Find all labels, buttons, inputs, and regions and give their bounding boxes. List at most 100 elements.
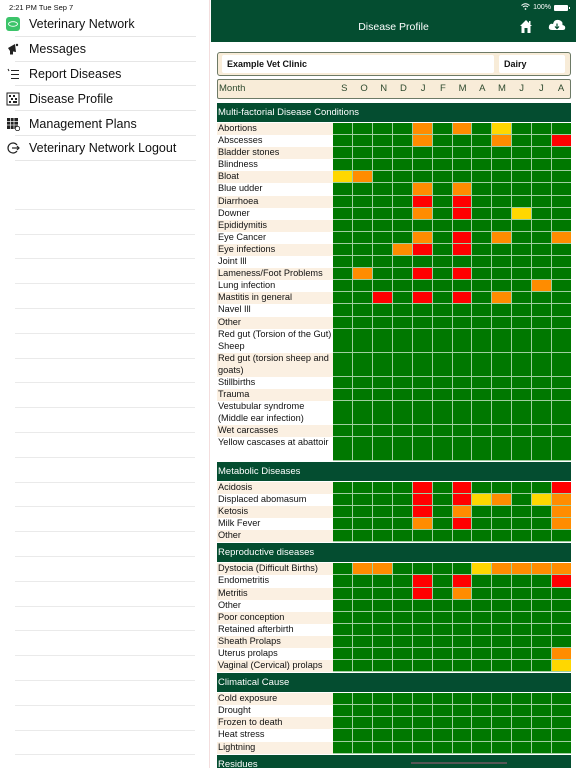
risk-cell[interactable] (392, 268, 412, 280)
risk-cell[interactable] (512, 328, 532, 352)
risk-cell[interactable] (512, 611, 532, 623)
risk-cell[interactable] (512, 256, 532, 268)
risk-cell[interactable] (352, 623, 372, 635)
sidebar-item-disease-profile[interactable]: Disease Profile (0, 86, 210, 111)
risk-cell[interactable] (392, 400, 412, 424)
risk-cell[interactable] (512, 660, 532, 672)
risk-cell[interactable] (392, 256, 412, 268)
risk-cell[interactable] (392, 623, 412, 635)
risk-cell[interactable] (352, 729, 372, 741)
risk-cell[interactable] (372, 729, 392, 741)
risk-cell[interactable] (412, 693, 432, 705)
risk-cell[interactable] (372, 207, 392, 219)
risk-cell[interactable] (492, 316, 512, 328)
risk-cell[interactable] (372, 400, 392, 424)
risk-cell[interactable] (392, 705, 412, 717)
risk-cell[interactable] (333, 135, 352, 147)
risk-cell[interactable] (333, 231, 352, 243)
risk-cell[interactable] (512, 171, 532, 183)
risk-cell[interactable] (432, 518, 452, 530)
risk-cell[interactable] (552, 705, 572, 717)
risk-cell[interactable] (352, 243, 372, 256)
risk-cell[interactable] (372, 693, 392, 705)
risk-cell[interactable] (392, 292, 412, 304)
risk-cell[interactable] (532, 424, 552, 436)
risk-cell[interactable] (532, 717, 552, 729)
risk-cell[interactable] (352, 599, 372, 611)
risk-cell[interactable] (452, 219, 472, 231)
risk-cell[interactable] (512, 648, 532, 660)
risk-cell[interactable] (552, 376, 572, 388)
risk-cell[interactable] (452, 563, 472, 575)
risk-cell[interactable] (552, 171, 572, 183)
risk-cell[interactable] (372, 717, 392, 729)
risk-cell[interactable] (412, 506, 432, 518)
risk-cell[interactable] (432, 481, 452, 493)
risk-cell[interactable] (352, 660, 372, 672)
risk-cell[interactable] (412, 400, 432, 424)
risk-cell[interactable] (392, 388, 412, 400)
risk-cell[interactable] (472, 518, 492, 530)
risk-cell[interactable] (432, 388, 452, 400)
risk-cell[interactable] (512, 123, 532, 135)
risk-cell[interactable] (352, 219, 372, 231)
risk-cell[interactable] (412, 292, 432, 304)
risk-cell[interactable] (552, 599, 572, 611)
risk-cell[interactable] (333, 376, 352, 388)
risk-cell[interactable] (392, 171, 412, 183)
risk-cell[interactable] (552, 304, 572, 316)
risk-cell[interactable] (452, 493, 472, 506)
risk-cell[interactable] (352, 376, 372, 388)
risk-cell[interactable] (492, 376, 512, 388)
risk-cell[interactable] (512, 243, 532, 256)
sidebar-item-management-plans[interactable]: Management Plans (0, 111, 210, 136)
risk-cell[interactable] (372, 741, 392, 753)
risk-cell[interactable] (392, 563, 412, 575)
risk-cell[interactable] (472, 575, 492, 587)
risk-cell[interactable] (512, 635, 532, 647)
risk-cell[interactable] (372, 304, 392, 316)
risk-cell[interactable] (492, 147, 512, 159)
risk-cell[interactable] (372, 159, 392, 171)
risk-cell[interactable] (552, 243, 572, 256)
risk-cell[interactable] (352, 481, 372, 493)
risk-cell[interactable] (412, 563, 432, 575)
risk-cell[interactable] (333, 660, 352, 672)
risk-cell[interactable] (552, 147, 572, 159)
risk-cell[interactable] (372, 328, 392, 352)
risk-cell[interactable] (432, 587, 452, 599)
risk-cell[interactable] (552, 741, 572, 753)
risk-cell[interactable] (372, 376, 392, 388)
download-button[interactable] (548, 18, 566, 32)
risk-cell[interactable] (333, 123, 352, 135)
risk-cell[interactable] (352, 268, 372, 280)
risk-cell[interactable] (552, 717, 572, 729)
risk-cell[interactable] (532, 611, 552, 623)
risk-cell[interactable] (532, 388, 552, 400)
risk-cell[interactable] (492, 623, 512, 635)
risk-cell[interactable] (372, 243, 392, 256)
risk-cell[interactable] (472, 316, 492, 328)
risk-cell[interactable] (432, 147, 452, 159)
risk-cell[interactable] (512, 304, 532, 316)
risk-cell[interactable] (452, 599, 472, 611)
risk-cell[interactable] (512, 599, 532, 611)
risk-cell[interactable] (412, 599, 432, 611)
risk-cell[interactable] (372, 183, 392, 195)
risk-cell[interactable] (412, 280, 432, 292)
risk-cell[interactable] (472, 256, 492, 268)
risk-cell[interactable] (492, 693, 512, 705)
risk-cell[interactable] (472, 328, 492, 352)
risk-cell[interactable] (372, 575, 392, 587)
risk-cell[interactable] (333, 705, 352, 717)
risk-cell[interactable] (333, 292, 352, 304)
risk-cell[interactable] (452, 123, 472, 135)
risk-cell[interactable] (333, 304, 352, 316)
risk-cell[interactable] (532, 183, 552, 195)
risk-cell[interactable] (472, 280, 492, 292)
risk-cell[interactable] (352, 123, 372, 135)
risk-cell[interactable] (392, 352, 412, 376)
risk-cell[interactable] (333, 352, 352, 376)
risk-cell[interactable] (452, 717, 472, 729)
risk-cell[interactable] (333, 159, 352, 171)
